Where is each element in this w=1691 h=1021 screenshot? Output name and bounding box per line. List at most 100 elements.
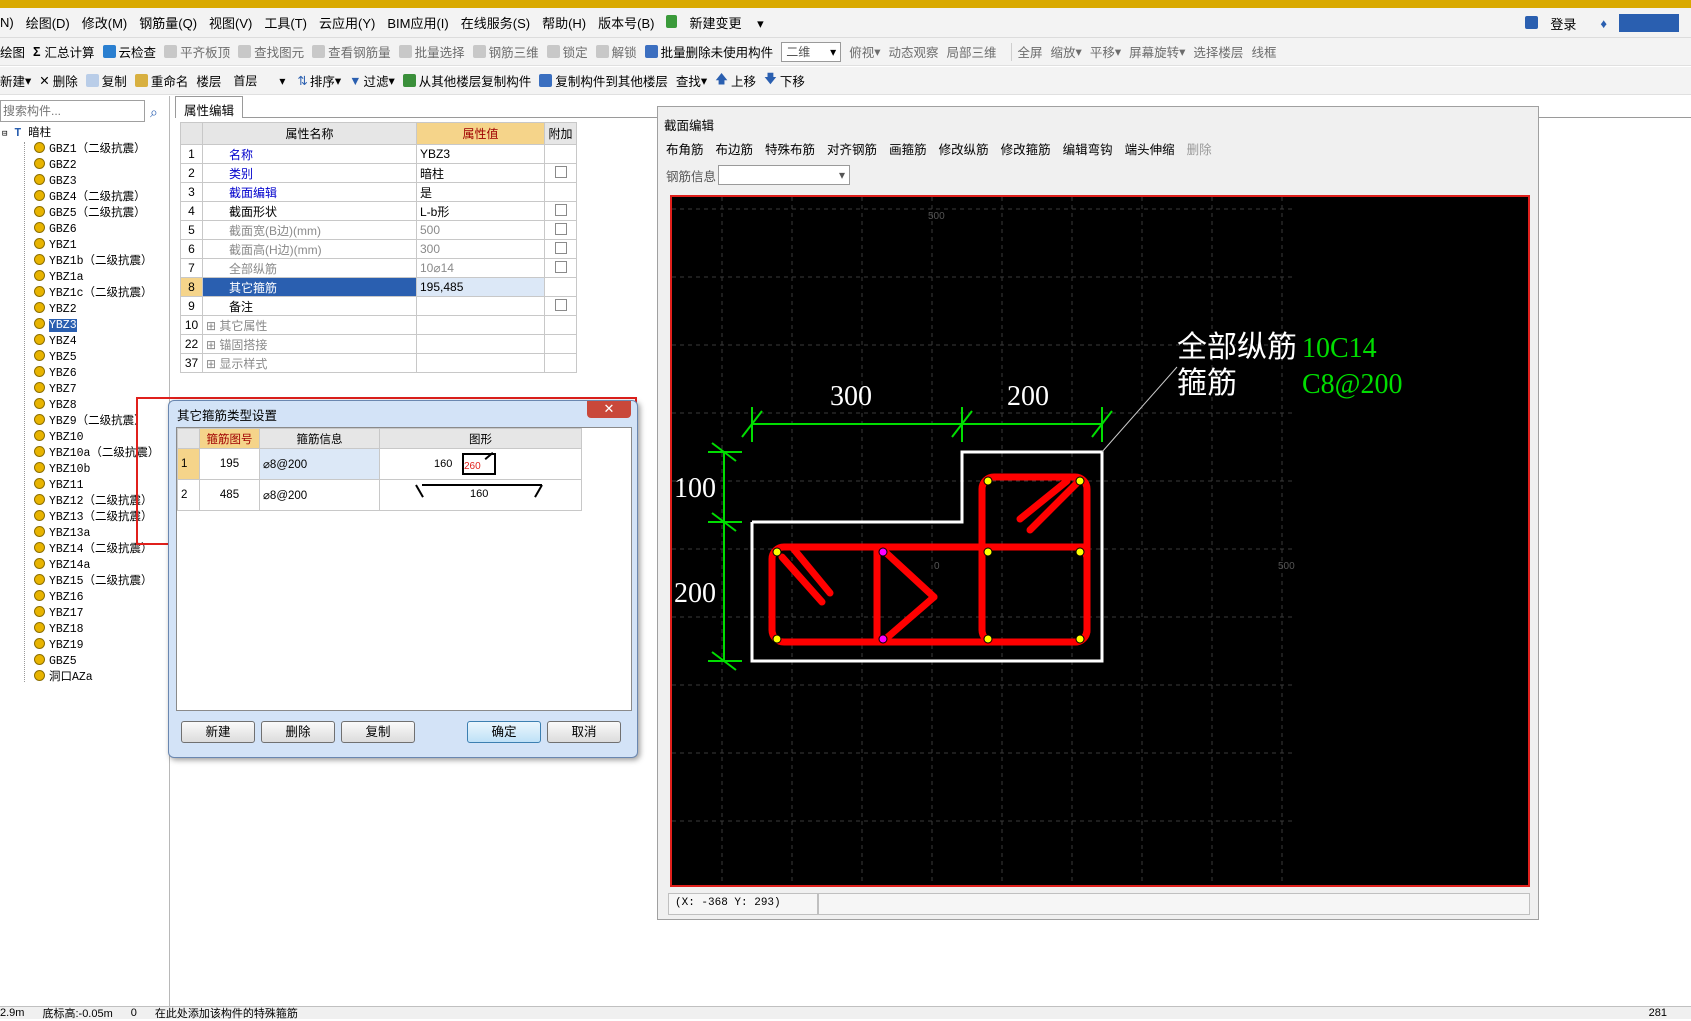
menu-item-rebar-qty[interactable]: 钢筋量(Q) [139, 13, 197, 32]
extra-checkbox[interactable] [554, 165, 567, 178]
copy-to-floor-button[interactable]: 复制构件到其他楼层 [539, 71, 668, 90]
tree-item[interactable]: GBZ5（二级抗震） [0, 206, 170, 222]
section-canvas[interactable]: 500 0 500 300 200 100 200 全部纵筋 箍筋 10C14 … [670, 195, 1530, 887]
property-value[interactable] [416, 353, 545, 373]
tree-item[interactable]: YBZ5 [0, 350, 170, 366]
property-row[interactable]: 1 名称 YBZ3 [180, 144, 577, 164]
tool-pan[interactable]: 平移 ▾ [1090, 42, 1121, 61]
property-row[interactable]: 9 备注 [180, 296, 577, 316]
menu-item-cloud[interactable]: 云应用(Y) [319, 13, 375, 32]
property-row[interactable]: 4 截面形状 L-b形 [180, 201, 577, 221]
tool-zoom[interactable]: 缩放 ▾ [1051, 42, 1082, 61]
tree-item[interactable]: GBZ3 [0, 174, 170, 190]
property-value[interactable] [416, 315, 545, 335]
tool-rotate[interactable]: 屏幕旋转 ▾ [1129, 42, 1185, 61]
dialog-cancel-button[interactable]: 取消 [547, 721, 621, 743]
expand-icon[interactable]: ⊞ [206, 319, 219, 333]
property-value[interactable]: 是 [416, 182, 545, 202]
delete-button[interactable]: ✕ 删除 [39, 71, 78, 90]
menu-item-help[interactable]: 帮助(H) [542, 13, 586, 32]
tool-draw[interactable]: 绘图 [0, 42, 25, 61]
tab-property-edit[interactable]: 属性编辑 [175, 96, 244, 118]
tool-select-floor[interactable]: 选择楼层 [1193, 42, 1243, 61]
property-value[interactable]: 500 [416, 220, 545, 240]
view-mode-select[interactable]: 二维 ▾ [781, 41, 842, 62]
dialog-close-button[interactable]: ✕ [587, 401, 631, 418]
tool-end-stretch[interactable]: 端头伸缩 [1125, 139, 1175, 158]
tree-item[interactable]: 洞口AZa [0, 670, 170, 686]
property-row[interactable]: 2 类别 暗柱 [180, 163, 577, 183]
tree-item[interactable]: GBZ2 [0, 158, 170, 174]
stirrup-row-shape[interactable]: 160 260 [379, 448, 582, 480]
stirrup-row-shape[interactable]: 160 [379, 479, 582, 511]
tree-root[interactable]: ⊟ T 暗柱 [0, 126, 170, 142]
stirrup-row-info[interactable]: ⌀8@200 [259, 479, 380, 511]
tool-orbit[interactable]: 动态观察 [888, 42, 938, 61]
extra-checkbox[interactable] [554, 203, 567, 216]
property-row[interactable]: 37 ⊞ 显示样式 [180, 353, 577, 373]
property-row[interactable]: 7 全部纵筋 10⌀14 [180, 258, 577, 278]
stirrup-row-info[interactable]: ⌀8@200 [259, 448, 380, 480]
tool-local-3d[interactable]: 局部三维 [947, 42, 997, 61]
property-value[interactable]: 195,485 [416, 277, 545, 297]
tool-align-slab[interactable]: 平齐板顶 [164, 42, 230, 61]
tree-item[interactable]: YBZ1b（二级抗震） [0, 254, 170, 270]
tree-item[interactable]: YBZ4 [0, 334, 170, 350]
tree-item[interactable]: GBZ6 [0, 222, 170, 238]
property-row[interactable]: 5 截面宽(B边)(mm) 500 [180, 220, 577, 240]
menu-item-tools[interactable]: 工具(T) [264, 13, 307, 32]
tree-item[interactable]: YBZ15（二级抗震） [0, 574, 170, 590]
property-value[interactable]: 300 [416, 239, 545, 259]
property-row[interactable]: 22 ⊞ 锚固搭接 [180, 334, 577, 354]
stirrup-row-code[interactable]: 485 [199, 479, 260, 511]
property-row[interactable]: 8 其它箍筋 195,485 [180, 277, 577, 297]
tool-fullscreen[interactable]: 全屏 [1018, 42, 1043, 61]
dialog-new-button[interactable]: 新建 [181, 721, 255, 743]
tool-align-rebar[interactable]: 对齐钢筋 [827, 139, 877, 158]
tool-edge-rebar[interactable]: 布边筋 [716, 139, 754, 158]
expand-icon[interactable]: ⊞ [206, 338, 219, 352]
tool-special-rebar[interactable]: 特殊布筋 [765, 139, 815, 158]
extra-checkbox[interactable] [554, 298, 567, 311]
tree-item[interactable]: YBZ1 [0, 238, 170, 254]
new-button[interactable]: 新建 ▾ [0, 71, 31, 90]
move-up-button[interactable]: 🡅 上移 [715, 70, 756, 91]
search-icon[interactable]: ⌕ [150, 104, 158, 121]
tree-item[interactable]: YBZ17 [0, 606, 170, 622]
menu-item-online[interactable]: 在线服务(S) [461, 13, 530, 32]
tree-item[interactable]: GBZ4（二级抗震） [0, 190, 170, 206]
tree-item[interactable]: YBZ14a [0, 558, 170, 574]
tool-find-element[interactable]: 查找图元 [238, 42, 304, 61]
tool-lock[interactable]: 锁定 [546, 42, 588, 61]
tree-item[interactable]: YBZ1c（二级抗震） [0, 286, 170, 302]
tool-batch-select[interactable]: 批量选择 [398, 42, 465, 61]
tool-top-view[interactable]: 俯视 ▾ [849, 42, 880, 61]
tree-item[interactable]: YBZ7 [0, 382, 170, 398]
menu-item-n[interactable]: N) [0, 15, 14, 30]
filter-button[interactable]: ▼ 过滤 ▾ [349, 71, 395, 90]
tool-cloud-check[interactable]: 云检查 [102, 42, 156, 61]
stirrup-row[interactable]: 2 485 ⌀8@200 160 [177, 479, 582, 511]
dialog-delete-button[interactable]: 删除 [261, 721, 335, 743]
extra-checkbox[interactable] [554, 222, 567, 235]
menu-item-new-change[interactable]: 新建变更 ▾ [666, 13, 764, 32]
extra-checkbox[interactable] [554, 241, 567, 254]
property-value[interactable] [416, 334, 545, 354]
collapse-icon[interactable]: ⊟ [2, 129, 7, 139]
property-value[interactable]: 10⌀14 [416, 258, 545, 278]
tree-item[interactable]: YBZ3 [0, 318, 170, 334]
tool-corner-rebar[interactable]: 布角筋 [666, 139, 704, 158]
tool-edit-hook[interactable]: 编辑弯钩 [1063, 139, 1113, 158]
stirrup-row[interactable]: 1 195 ⌀8@200 160 260 [177, 448, 582, 480]
property-row[interactable]: 6 截面高(H边)(mm) 300 [180, 239, 577, 259]
property-value[interactable]: 暗柱 [416, 163, 545, 183]
tool-view-rebar[interactable]: 查看钢筋量 [312, 42, 391, 61]
bell-icon[interactable]: ♦ [1600, 16, 1607, 31]
component-search-input[interactable] [0, 100, 145, 122]
dialog-copy-button[interactable]: 复制 [341, 721, 415, 743]
tool-rebar-3d[interactable]: 钢筋三维 [472, 42, 539, 61]
tool-delete[interactable]: 删除 [1187, 139, 1212, 158]
tree-item[interactable]: YBZ6 [0, 366, 170, 382]
dialog-ok-button[interactable]: 确定 [467, 721, 541, 743]
login-button[interactable]: 登录 [1525, 14, 1588, 33]
